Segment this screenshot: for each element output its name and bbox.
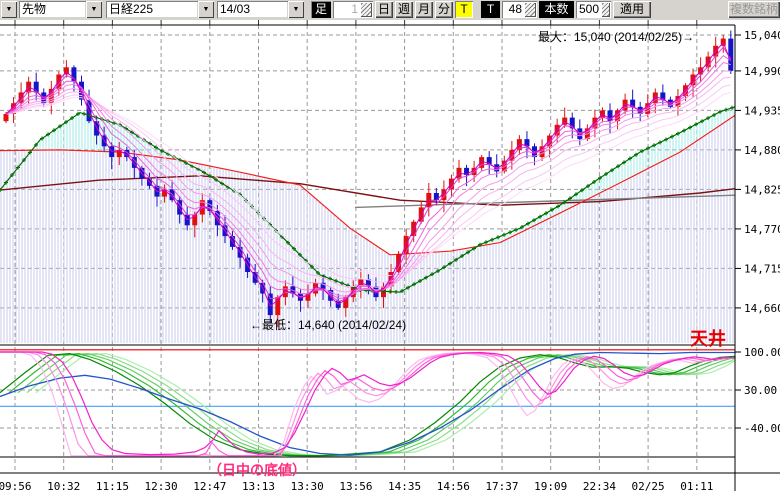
time-axis-label: 17:37 [485, 480, 518, 493]
chevron-down-icon[interactable]: ▼ [86, 1, 102, 18]
bars-count-value: 500 [576, 1, 600, 18]
time-axis-label: 13:56 [339, 480, 372, 493]
time-axis-label: 19:09 [534, 480, 567, 493]
period-day-button[interactable]: 日 [375, 1, 393, 18]
osc-axis-label: -40.00 [744, 422, 780, 435]
osc-axis-label: 30.00 [744, 384, 777, 397]
chevron-down-icon: ▼ [1, 1, 17, 18]
time-axis-label: 14:56 [437, 480, 470, 493]
chevron-down-icon[interactable]: ▼ [198, 1, 214, 18]
price-axis-label: 14,770 [744, 223, 780, 236]
time-axis-label: 01:11 [680, 480, 713, 493]
tick-count-stepper[interactable]: 48 [502, 1, 537, 18]
tick-label: T [481, 1, 500, 18]
period-month-button[interactable]: 月 [415, 1, 433, 18]
bars-label: 本数 [539, 1, 574, 18]
toolbar: ▼ 先物 ▼ 日経225 ▼ 14/03 ▼ 足 1 日 週 月 分 T T 4… [0, 0, 780, 20]
period-week-button[interactable]: 週 [395, 1, 413, 18]
ceiling-annotation: 天井 [690, 325, 726, 351]
ashi-button[interactable]: 足 [311, 1, 331, 18]
period-minute-button[interactable]: 分 [435, 1, 453, 18]
apply-button[interactable]: 適用 [613, 1, 651, 18]
chevron-down-icon[interactable]: ▼ [288, 1, 304, 18]
spinner-icon[interactable] [360, 2, 372, 17]
symbol-type-value: 先物 [19, 1, 86, 18]
price-axis-label: 15,040 [744, 29, 780, 42]
time-axis-label: 22:34 [583, 480, 616, 493]
min-price-annotation: ←最低：14,640 (2014/02/24) [250, 316, 406, 333]
mini-dropdown[interactable]: ▼ [1, 1, 17, 18]
top-tick-marks [15, 20, 697, 25]
max-price-annotation: 最大：15,040 (2014/02/25)→ [538, 28, 694, 45]
rci-green-line [9, 354, 735, 456]
symbol-type-select[interactable]: 先物 ▼ [19, 1, 102, 18]
contract-month-value: 14/03 [217, 1, 288, 18]
symbol-name-value: 日経225 [106, 1, 198, 18]
spinner-icon[interactable] [601, 2, 610, 17]
chart-app: ▼ 先物 ▼ 日経225 ▼ 14/03 ▼ 足 1 日 週 月 分 T T 4… [0, 0, 780, 500]
candle-body [71, 67, 76, 81]
time-axis-label: 13:13 [242, 480, 275, 493]
time-axis-label: 11:15 [96, 480, 129, 493]
time-axis-label: 13:30 [291, 480, 324, 493]
price-axis-label: 14,880 [744, 144, 780, 157]
candle-body [728, 39, 733, 71]
chart-canvas[interactable]: 15,040 14,990 14,935 14,880 14,825 14,770 14,7… [0, 0, 780, 500]
time-axis-label: 02/25 [632, 480, 665, 493]
price-axis-label: 14,825 [744, 183, 780, 196]
time-axis-label: 12:30 [145, 480, 178, 493]
osc-axis-label: 100.00 [744, 346, 780, 359]
price-axis-label: 14,990 [744, 65, 780, 78]
interval-value: 1 [333, 1, 359, 18]
price-axis-label: 14,660 [744, 302, 780, 315]
interval-stepper[interactable]: 1 [333, 1, 373, 18]
rci-green-line [0, 354, 735, 456]
price-axis-label: 14,715 [744, 262, 780, 275]
multi-symbol-button[interactable]: 複数銘柄 [728, 1, 780, 18]
spinner-icon[interactable] [524, 2, 536, 17]
time-axis-label: 12:47 [193, 480, 226, 493]
intraday-bottom-annotation: （日中の底値） [208, 460, 306, 480]
tick-count-value: 48 [502, 1, 523, 18]
period-tick-button[interactable]: T [455, 1, 473, 18]
rci-green-line [18, 354, 735, 456]
time-axis-label: 09:56 [0, 480, 32, 493]
candle-body [4, 114, 9, 121]
time-axis-label: 10:32 [47, 480, 80, 493]
time-axis-label: 14:35 [388, 480, 421, 493]
bars-count-stepper[interactable]: 500 [576, 1, 611, 18]
symbol-name-select[interactable]: 日経225 ▼ [106, 1, 214, 18]
price-axis-label: 14,935 [744, 104, 780, 117]
contract-month-select[interactable]: 14/03 ▼ [217, 1, 304, 18]
